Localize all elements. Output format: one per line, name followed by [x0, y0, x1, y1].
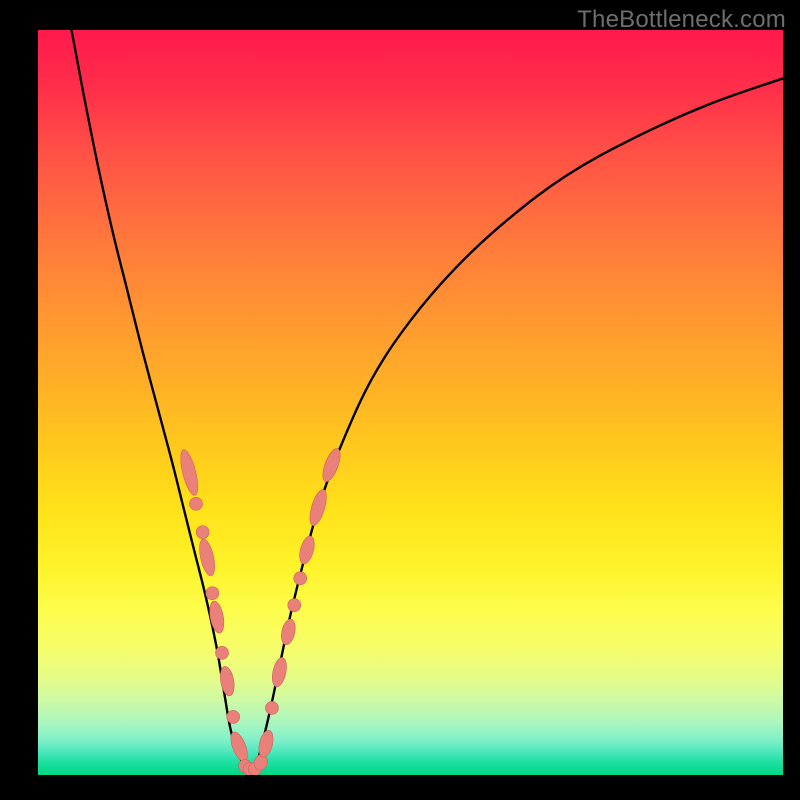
data-marker — [227, 710, 240, 723]
data-marker — [319, 446, 343, 483]
data-marker — [294, 572, 307, 585]
right-curve — [250, 78, 783, 775]
data-marker — [297, 535, 317, 566]
data-marker — [307, 488, 330, 528]
data-marker — [177, 448, 201, 497]
data-markers — [177, 446, 344, 775]
data-marker — [279, 618, 297, 646]
data-marker — [189, 497, 202, 510]
left-curve — [72, 30, 251, 775]
chart-svg — [38, 30, 783, 775]
data-marker — [196, 526, 209, 539]
data-marker — [207, 600, 226, 634]
data-marker — [216, 646, 229, 659]
data-marker — [206, 587, 219, 600]
data-marker — [270, 656, 289, 688]
chart-stage: TheBottleneck.com — [0, 0, 800, 800]
data-marker — [288, 599, 301, 612]
data-marker — [265, 701, 278, 714]
plot-area — [38, 30, 783, 775]
